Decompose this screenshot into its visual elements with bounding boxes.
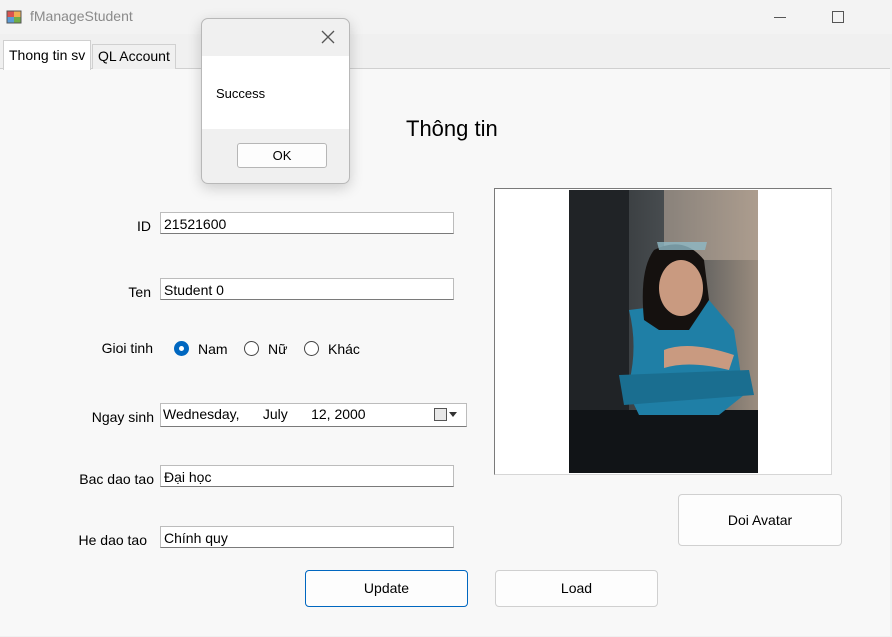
load-button[interactable]: Load (495, 570, 658, 607)
update-button[interactable]: Update (305, 570, 468, 607)
tab-ql-account[interactable]: QL Account (92, 44, 176, 69)
id-label: ID (137, 218, 151, 234)
doi-avatar-button[interactable]: Doi Avatar (678, 494, 842, 546)
maximize-button[interactable] (818, 2, 858, 32)
ngay-sinh-label: Ngay sinh (91, 409, 154, 425)
ten-field[interactable]: Student 0 (160, 278, 454, 300)
id-field[interactable]: 21521600 (160, 212, 454, 234)
close-icon[interactable] (318, 27, 338, 47)
avatar-photo (569, 190, 758, 473)
radio-nam-label[interactable]: Nam (198, 341, 228, 357)
gioi-tinh-label: Gioi tinh (101, 340, 153, 356)
tab-thong-tin-sv[interactable]: Thong tin sv (3, 40, 92, 70)
window-title: fManageStudent (30, 8, 133, 24)
message-box: Success OK (201, 18, 350, 184)
app-icon (6, 10, 22, 24)
radio-nam[interactable] (174, 341, 189, 356)
radio-nu[interactable] (244, 341, 259, 356)
bac-dao-tao-label: Bac dao tao (79, 471, 154, 487)
message-text: Success (216, 86, 266, 101)
radio-nu-label[interactable]: Nữ (268, 341, 287, 357)
title-bar (0, 0, 892, 34)
ok-button[interactable]: OK (237, 143, 327, 168)
radio-khac[interactable] (304, 341, 319, 356)
chevron-down-icon[interactable] (449, 412, 457, 417)
calendar-icon[interactable] (434, 408, 447, 421)
he-dao-tao-label: He dao tao (78, 532, 148, 548)
he-dao-tao-field[interactable]: Chính quy (160, 526, 454, 548)
page-title: Thông tin (406, 116, 498, 141)
minimize-button[interactable] (760, 2, 800, 32)
date-picker-value: Wednesday, July 12, 2000 (163, 406, 366, 422)
bac-dao-tao-field[interactable]: Đại học (160, 465, 454, 487)
radio-khac-label[interactable]: Khác (328, 341, 360, 357)
ten-label: Ten (128, 284, 151, 300)
